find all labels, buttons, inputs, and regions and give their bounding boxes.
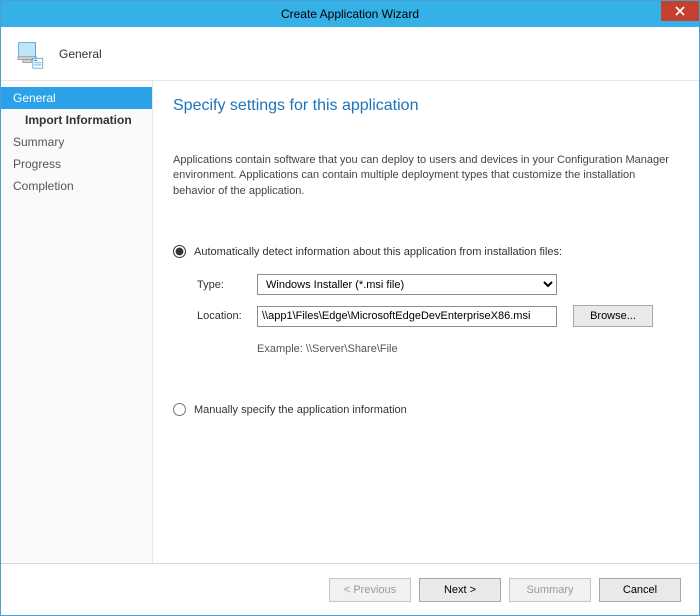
sidebar-item-import-information[interactable]: Import Information bbox=[1, 109, 152, 131]
location-input[interactable] bbox=[257, 306, 557, 327]
previous-button: < Previous bbox=[329, 578, 411, 602]
radio-manual[interactable]: Manually specify the application informa… bbox=[173, 403, 675, 416]
close-icon bbox=[675, 6, 685, 16]
type-label: Type: bbox=[197, 279, 257, 291]
browse-button[interactable]: Browse... bbox=[573, 305, 653, 327]
radio-auto-detect[interactable]: Automatically detect information about t… bbox=[173, 245, 675, 258]
content-area: Specify settings for this application Ap… bbox=[153, 81, 699, 563]
auto-detect-form: Type: Windows Installer (*.msi file) Loc… bbox=[197, 274, 675, 337]
radio-auto-detect-label: Automatically detect information about t… bbox=[194, 246, 562, 258]
wizard-body: General Import Information Summary Progr… bbox=[1, 81, 699, 563]
application-icon bbox=[13, 37, 47, 71]
sidebar-item-general[interactable]: General bbox=[1, 87, 152, 109]
sidebar: General Import Information Summary Progr… bbox=[1, 81, 153, 563]
close-button[interactable] bbox=[661, 1, 699, 21]
footer: < Previous Next > Summary Cancel bbox=[1, 563, 699, 615]
page-description: Applications contain software that you c… bbox=[173, 153, 675, 199]
sidebar-item-progress[interactable]: Progress bbox=[1, 153, 152, 175]
sidebar-item-summary[interactable]: Summary bbox=[1, 131, 152, 153]
type-select[interactable]: Windows Installer (*.msi file) bbox=[257, 274, 557, 295]
type-row: Type: Windows Installer (*.msi file) bbox=[197, 274, 675, 295]
cancel-button[interactable]: Cancel bbox=[599, 578, 681, 602]
wizard-window: Create Application Wizard General Genera… bbox=[0, 0, 700, 616]
sidebar-item-completion[interactable]: Completion bbox=[1, 175, 152, 197]
radio-manual-input[interactable] bbox=[173, 403, 186, 416]
page-heading: Specify settings for this application bbox=[173, 97, 675, 115]
banner: General bbox=[1, 27, 699, 81]
title-bar: Create Application Wizard bbox=[1, 1, 699, 27]
radio-manual-label: Manually specify the application informa… bbox=[194, 404, 407, 416]
summary-button: Summary bbox=[509, 578, 591, 602]
next-button[interactable]: Next > bbox=[419, 578, 501, 602]
window-title: Create Application Wizard bbox=[281, 7, 419, 21]
location-label: Location: bbox=[197, 310, 257, 322]
location-example: Example: \\Server\Share\File bbox=[257, 343, 675, 355]
banner-title: General bbox=[59, 47, 102, 61]
location-row: Location: Browse... bbox=[197, 305, 675, 327]
radio-auto-detect-input[interactable] bbox=[173, 245, 186, 258]
